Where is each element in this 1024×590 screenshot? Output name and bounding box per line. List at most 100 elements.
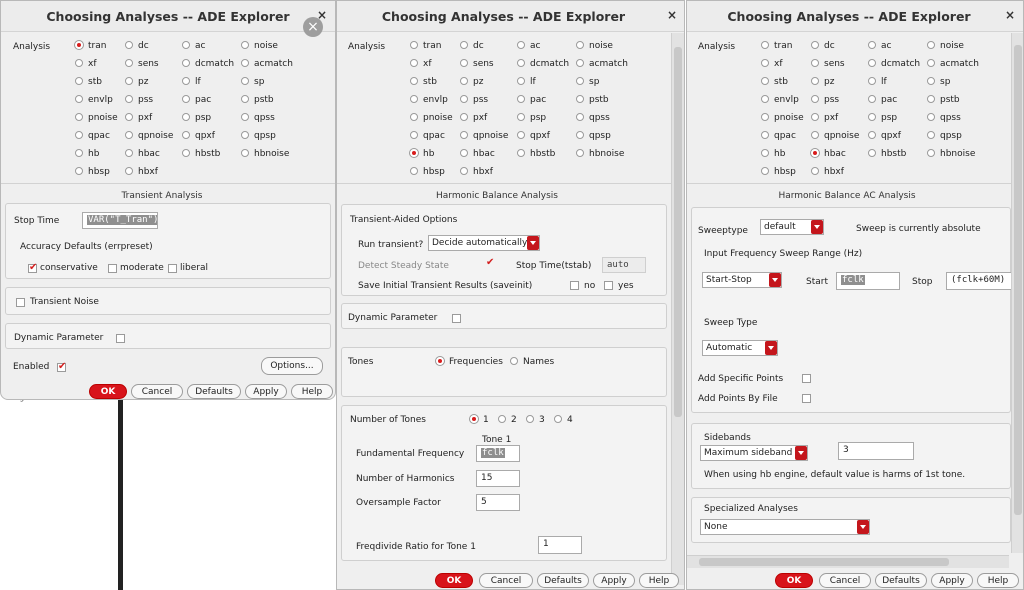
radio-pxf[interactable]: pxf: [460, 112, 487, 124]
horizontal-scrollbar[interactable]: [687, 555, 1009, 568]
radio-psp[interactable]: psp: [182, 112, 211, 124]
dynamic-parameter-checkbox[interactable]: [116, 334, 125, 343]
radio-noise[interactable]: noise: [241, 40, 278, 52]
radio-tran[interactable]: tran: [761, 40, 792, 52]
radio-pz[interactable]: pz: [125, 76, 148, 88]
radio-lf[interactable]: lf: [868, 76, 887, 88]
radio-qpsp[interactable]: qpsp: [241, 130, 276, 142]
radio-qpss[interactable]: qpss: [241, 112, 275, 124]
start-field[interactable]: fclk: [836, 272, 900, 290]
radio-qpss[interactable]: qpss: [927, 112, 961, 124]
radio-lf[interactable]: lf: [182, 76, 201, 88]
radio-qpac[interactable]: qpac: [75, 130, 110, 142]
range-select[interactable]: Start-Stop: [702, 272, 782, 288]
number-of-harmonics-field[interactable]: 15: [476, 470, 520, 487]
stop-time-field[interactable]: VAR("T_Tran"): [82, 212, 158, 229]
radio-sp[interactable]: sp: [927, 76, 950, 88]
radio-hbsp[interactable]: hbsp: [75, 166, 110, 178]
radio-qpac[interactable]: qpac: [761, 130, 796, 142]
stop-time-tstab-field[interactable]: auto: [602, 257, 646, 273]
radio-pnoise[interactable]: pnoise: [75, 112, 118, 124]
radio-stb[interactable]: stb: [761, 76, 788, 88]
scrollbar-thumb[interactable]: [1014, 45, 1022, 515]
radio-pac[interactable]: pac: [868, 94, 897, 106]
apply-button[interactable]: Apply: [245, 384, 287, 399]
scrollbar-thumb[interactable]: [674, 47, 682, 417]
num-tones-radio-1[interactable]: 1: [470, 414, 489, 426]
enabled-checkbox[interactable]: [57, 361, 66, 372]
apply-button[interactable]: Apply: [931, 573, 973, 588]
radio-pstb[interactable]: pstb: [241, 94, 274, 106]
radio-pstb[interactable]: pstb: [927, 94, 960, 106]
radio-hbac[interactable]: hbac: [460, 148, 495, 160]
options-button[interactable]: Options...: [261, 357, 323, 375]
radio-hb[interactable]: hb: [761, 148, 785, 160]
radio-envlp[interactable]: envlp: [75, 94, 113, 106]
apply-button[interactable]: Apply: [593, 573, 635, 588]
titlebar[interactable]: Choosing Analyses -- ADE Explorer ×: [687, 1, 1023, 32]
transient-noise-checkbox[interactable]: [16, 298, 25, 307]
titlebar[interactable]: Choosing Analyses -- ADE Explorer ×: [1, 1, 335, 32]
radio-acmatch[interactable]: acmatch: [576, 58, 628, 70]
vertical-scrollbar[interactable]: [1011, 33, 1023, 553]
freqdivide-field[interactable]: 1: [538, 536, 582, 554]
radio-lf[interactable]: lf: [517, 76, 536, 88]
radio-qpnoise[interactable]: qpnoise: [811, 130, 859, 142]
radio-acmatch[interactable]: acmatch: [927, 58, 979, 70]
oversample-factor-field[interactable]: 5: [476, 494, 520, 511]
sideband-select[interactable]: Maximum sideband: [700, 445, 808, 461]
radio-dcmatch[interactable]: dcmatch: [517, 58, 569, 70]
radio-envlp[interactable]: envlp: [761, 94, 799, 106]
radio-qpxf[interactable]: qpxf: [868, 130, 901, 142]
num-tones-radio-3[interactable]: 3: [526, 414, 545, 426]
ok-button[interactable]: OK: [435, 573, 473, 588]
radio-pac[interactable]: pac: [517, 94, 546, 106]
help-button[interactable]: Help: [291, 384, 333, 399]
radio-hb[interactable]: hb: [410, 148, 434, 160]
cancel-button[interactable]: Cancel: [131, 384, 183, 399]
radio-hbstb[interactable]: hbstb: [182, 148, 220, 160]
radio-envlp[interactable]: envlp: [410, 94, 448, 106]
radio-qpxf[interactable]: qpxf: [517, 130, 550, 142]
radio-hbstb[interactable]: hbstb: [868, 148, 906, 160]
cancel-button[interactable]: Cancel: [819, 573, 871, 588]
sweeptype-select[interactable]: default: [760, 219, 824, 235]
radio-sens[interactable]: sens: [811, 58, 845, 70]
radio-dcmatch[interactable]: dcmatch: [182, 58, 234, 70]
liberal-checkbox[interactable]: [168, 264, 177, 273]
defaults-button[interactable]: Defaults: [187, 384, 241, 399]
save-initial-no-checkbox[interactable]: [570, 281, 579, 290]
radio-tran[interactable]: tran: [410, 40, 441, 52]
radio-pz[interactable]: pz: [811, 76, 834, 88]
defaults-button[interactable]: Defaults: [537, 573, 589, 588]
radio-qpxf[interactable]: qpxf: [182, 130, 215, 142]
radio-hbnoise[interactable]: hbnoise: [927, 148, 975, 160]
radio-noise[interactable]: noise: [576, 40, 613, 52]
ok-button[interactable]: OK: [775, 573, 813, 588]
radio-hbnoise[interactable]: hbnoise: [241, 148, 289, 160]
radio-pstb[interactable]: pstb: [576, 94, 609, 106]
radio-sp[interactable]: sp: [576, 76, 599, 88]
radio-pss[interactable]: pss: [125, 94, 153, 106]
radio-hbxf[interactable]: hbxf: [460, 166, 493, 178]
radio-hbstb[interactable]: hbstb: [517, 148, 555, 160]
radio-noise[interactable]: noise: [927, 40, 964, 52]
tones-names-radio[interactable]: Names: [510, 356, 554, 368]
radio-qpnoise[interactable]: qpnoise: [125, 130, 173, 142]
radio-acmatch[interactable]: acmatch: [241, 58, 293, 70]
radio-qpnoise[interactable]: qpnoise: [460, 130, 508, 142]
moderate-checkbox[interactable]: [108, 264, 117, 273]
radio-pxf[interactable]: pxf: [811, 112, 838, 124]
titlebar[interactable]: Choosing Analyses -- ADE Explorer ×: [337, 1, 684, 32]
add-specific-points-checkbox[interactable]: [802, 374, 811, 383]
defaults-button[interactable]: Defaults: [875, 573, 927, 588]
radio-ac[interactable]: ac: [182, 40, 205, 52]
stop-field[interactable]: (fclk+60M): [946, 272, 1012, 290]
radio-sens[interactable]: sens: [460, 58, 494, 70]
radio-hbsp[interactable]: hbsp: [410, 166, 445, 178]
sweep-type-select[interactable]: Automatic: [702, 340, 778, 356]
radio-qpac[interactable]: qpac: [410, 130, 445, 142]
radio-dcmatch[interactable]: dcmatch: [868, 58, 920, 70]
radio-pxf[interactable]: pxf: [125, 112, 152, 124]
save-initial-yes-checkbox[interactable]: [604, 281, 613, 290]
